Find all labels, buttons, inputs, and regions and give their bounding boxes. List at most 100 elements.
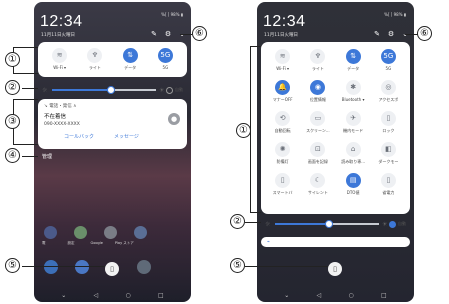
recents-icon[interactable]: □ xyxy=(158,292,164,299)
quick-tile[interactable]: ✈ 機内モード xyxy=(336,111,371,134)
quick-tile[interactable]: ✺ 防備灯 xyxy=(265,142,300,165)
callout-leader xyxy=(245,266,328,267)
quick-tile[interactable]: ☾ サイレント xyxy=(300,173,335,196)
quick-tile[interactable]: ⇅ データ xyxy=(336,49,371,72)
quick-tile-icon: ⊡ xyxy=(310,142,326,157)
collapse-nav-icon[interactable]: ⌄ xyxy=(284,292,289,299)
callout-leader xyxy=(22,156,38,157)
callback-button[interactable]: コールバック xyxy=(64,133,94,140)
manage-notifications-link[interactable]: 管理 xyxy=(42,153,52,160)
quick-tile[interactable]: ▯ スマートバ xyxy=(265,173,300,196)
quick-settings-tiles: ≋ Wi-Fi ▾ ♆ ライト ⇅ データ 5G 5G xyxy=(38,42,187,77)
back-icon[interactable]: ◁ xyxy=(94,292,99,299)
quick-tile[interactable]: ◎ アクセスポ xyxy=(371,80,406,103)
google-app-icon[interactable] xyxy=(104,226,117,239)
notification-app: ↘ 電話・発信 ∧ xyxy=(44,104,77,109)
missed-call-notification[interactable]: ↘ 電話・発信 ∧ 不在着信 090-XXXX-XXXX ● コールバック メッ… xyxy=(38,99,187,149)
brightness-fill xyxy=(275,223,330,225)
clock: 12:34 xyxy=(40,13,83,30)
home-icon[interactable]: ○ xyxy=(349,292,354,299)
brightness-bar[interactable]: ☼ ☀ 自動 xyxy=(38,84,187,96)
quick-tile[interactable]: ⌂ 読み取り専... xyxy=(336,142,371,165)
auto-brightness-radio[interactable] xyxy=(389,220,396,228)
brightness-knob[interactable] xyxy=(107,86,116,94)
callout-3: ③ xyxy=(5,114,20,129)
quick-tile-label: Wi-Fi ▾ xyxy=(276,66,290,71)
quick-tile[interactable]: ⟲ 自動回転 xyxy=(265,111,300,134)
quick-tile[interactable]: ▯ ロック xyxy=(371,111,406,134)
quick-tile[interactable]: ▭ スクリーン... xyxy=(300,111,335,134)
date: 11月11日火曜日 xyxy=(41,33,75,38)
quick-tile[interactable]: ⊡ 画面を記録 xyxy=(300,142,335,165)
quick-tile[interactable]: ≋ Wi-Fi ▾ xyxy=(42,48,77,71)
recents-icon[interactable]: □ xyxy=(381,292,387,299)
settings-app-icon[interactable] xyxy=(74,226,87,239)
home-app-labels: 電 設定 Google Play ストア xyxy=(42,241,134,246)
brightness-knob[interactable] xyxy=(325,220,334,228)
settings-icon[interactable]: ⚙ xyxy=(164,30,172,38)
quick-tile-label: 位置情報 xyxy=(309,97,326,102)
quick-tile[interactable]: ✱ Bluetooth ▾ xyxy=(336,80,371,103)
quick-tile-icon: ✈ xyxy=(345,111,361,126)
callout-leader xyxy=(22,88,38,89)
quick-tile-icon: ✺ xyxy=(275,142,291,157)
navigation-bar: ⌄ ◁ ○ □ xyxy=(257,292,414,299)
quick-tile[interactable]: ▯ 省電力 xyxy=(371,173,406,196)
quick-tile[interactable]: ▤ DTO値 xyxy=(336,173,371,196)
collapse-nav-icon[interactable]: ⌄ xyxy=(61,292,66,299)
notification-clear-icon[interactable]: ▯ xyxy=(105,262,119,276)
quick-tile-icon: ♆ xyxy=(87,48,103,63)
back-icon[interactable]: ◁ xyxy=(317,292,322,299)
edit-icon[interactable]: ✎ xyxy=(373,30,381,38)
app-icon[interactable] xyxy=(44,226,57,239)
quick-tile-label: 5G xyxy=(162,65,169,70)
navigation-bar: ⌄ ◁ ○ □ xyxy=(34,292,191,299)
callout-2: ② xyxy=(230,214,245,229)
quick-tile[interactable]: 🔔 マナーOFF xyxy=(265,80,300,103)
quick-tile-label: スマートバ xyxy=(272,190,293,195)
quick-tile[interactable]: ◧ ダークモー xyxy=(371,142,406,165)
home-icon[interactable]: ○ xyxy=(126,292,131,299)
quick-tile-label: 省電力 xyxy=(382,190,395,195)
quick-tile[interactable]: ≋ Wi-Fi ▾ xyxy=(265,49,300,72)
quick-tile-icon: ▭ xyxy=(310,111,326,126)
edit-icon[interactable]: ✎ xyxy=(150,30,158,38)
quick-tile-label: 自動回転 xyxy=(274,128,291,133)
callout-6: ⑥ xyxy=(192,26,207,41)
camera-app-icon[interactable] xyxy=(137,260,151,274)
phone-app-icon[interactable] xyxy=(44,260,58,274)
quick-tile-label: ライト xyxy=(88,65,101,70)
quick-tile-icon: 5G xyxy=(380,49,396,64)
quick-tile-icon: 5G xyxy=(157,48,173,63)
brightness-high-icon: ☀ xyxy=(382,220,388,228)
quick-tile-label: 防備灯 xyxy=(276,159,289,164)
quick-tile[interactable]: ♆ ライト xyxy=(300,49,335,72)
quick-tile[interactable]: ♆ ライト xyxy=(77,48,112,71)
brightness-slider[interactable] xyxy=(275,220,379,228)
messages-app-icon[interactable] xyxy=(75,260,89,274)
auto-brightness-radio[interactable] xyxy=(166,86,173,94)
notification-clear-icon[interactable]: ▯ xyxy=(328,262,342,276)
quick-tile-label: 読み取り専... xyxy=(341,159,366,164)
quick-tile[interactable]: ◉ 位置情報 xyxy=(300,80,335,103)
media-output-bar[interactable]: ⌁ xyxy=(261,237,410,247)
quick-tile-icon: 🔔 xyxy=(275,80,291,95)
message-button[interactable]: メッセージ xyxy=(114,133,139,140)
quick-tile-label: 5G xyxy=(385,66,392,71)
play-store-app-icon[interactable] xyxy=(134,226,147,239)
quick-tile[interactable]: ⇅ データ xyxy=(113,48,148,71)
auto-brightness[interactable]: 自動 xyxy=(166,86,183,94)
quick-tile-icon: ≋ xyxy=(275,49,291,64)
app-label: Play ストア xyxy=(114,241,134,245)
settings-icon[interactable]: ⚙ xyxy=(387,30,395,38)
callout-leader xyxy=(22,266,105,267)
quick-tile-icon: ▯ xyxy=(380,173,396,188)
auto-brightness[interactable]: 自動 xyxy=(389,220,406,228)
brightness-bar[interactable]: ☼ ☀ 自動 xyxy=(261,218,410,230)
quick-tile[interactable]: 5G 5G xyxy=(371,49,406,72)
brightness-slider[interactable] xyxy=(52,86,156,94)
quick-tile[interactable]: 5G 5G xyxy=(148,48,183,71)
quick-tile-icon: ≋ xyxy=(52,48,68,63)
auto-brightness-label: 自動 xyxy=(398,221,406,226)
contact-avatar-icon: ● xyxy=(168,113,180,125)
